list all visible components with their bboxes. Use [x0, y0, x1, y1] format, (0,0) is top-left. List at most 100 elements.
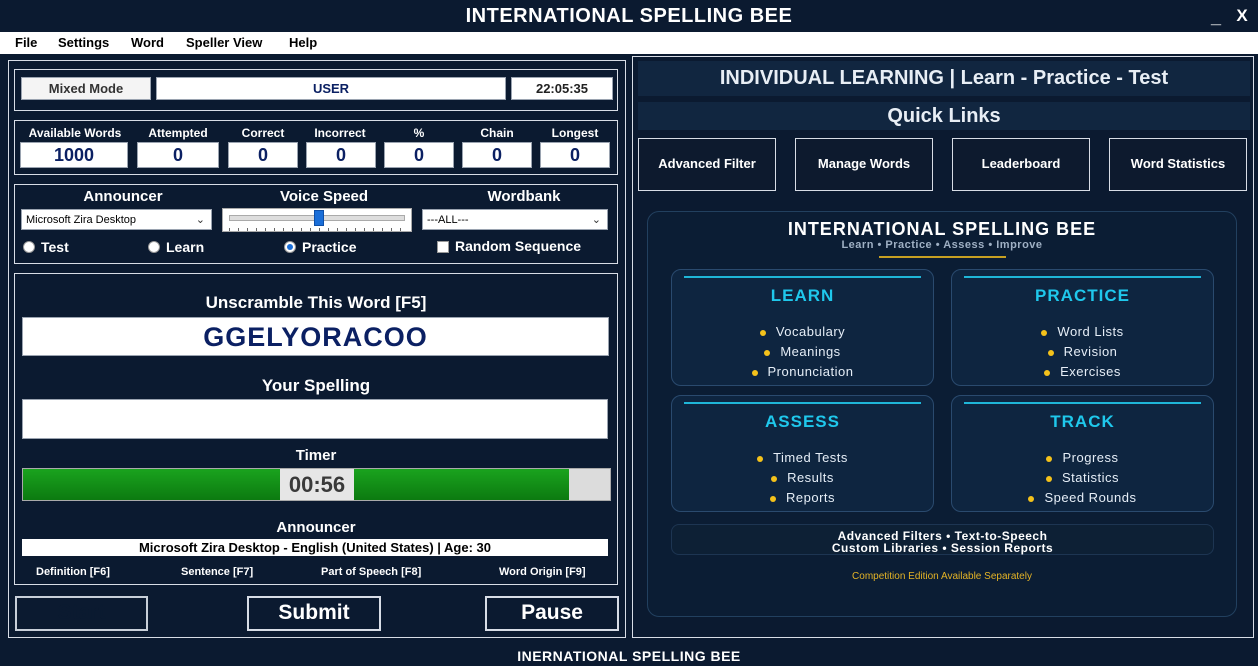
learn-card: LEARN Vocabulary Meanings Pronunciation: [671, 269, 934, 386]
scramble-heading: Unscramble This Word [F5]: [205, 293, 427, 312]
stat-value-chain: 0: [462, 142, 532, 168]
start-button[interactable]: Start: [15, 596, 148, 631]
radio-learn[interactable]: [148, 241, 160, 253]
close-button[interactable]: X: [1232, 4, 1252, 28]
stat-value-percent: 0: [384, 142, 454, 168]
track-card: TRACK Progress Statistics Speed Rounds: [951, 395, 1214, 512]
slider-thumb[interactable]: [314, 210, 324, 226]
card-item: Progress: [1062, 450, 1119, 465]
definition-hotkey[interactable]: Definition [F6]: [36, 566, 110, 578]
scrambled-word: GGELYORACOO: [22, 317, 609, 356]
stat-value-correct: 0: [228, 142, 298, 168]
minimize-button[interactable]: _: [1206, 4, 1226, 28]
timer-value: 00:56: [280, 469, 354, 500]
card-item: Timed Tests: [773, 450, 848, 465]
quick-links-title: Quick Links: [638, 102, 1250, 130]
bullet-icon: [1044, 369, 1051, 376]
card-list: Word Lists Revision Exercises: [952, 322, 1213, 382]
user-field: USER: [156, 77, 506, 100]
stat-label-attempted: Attempted: [148, 126, 208, 140]
random-sequence-label: Random Sequence: [455, 238, 582, 254]
bullet-icon: [1041, 329, 1048, 336]
bullet-icon: [1046, 455, 1053, 462]
status-bar: INERNATIONAL SPELLING BEE: [517, 648, 741, 664]
card-item: Exercises: [1060, 364, 1121, 379]
card-item: Speed Rounds: [1044, 490, 1137, 505]
announcer-label: Announcer: [83, 188, 163, 205]
card-item: Word Lists: [1057, 324, 1124, 339]
announcer-select[interactable]: Microsoft Zira Desktop ⌄: [21, 209, 212, 230]
bullet-icon: [751, 369, 758, 376]
card-list: Progress Statistics Speed Rounds: [952, 448, 1213, 508]
bullet-icon: [1047, 349, 1054, 356]
word-statistics-button[interactable]: Word Statistics: [1109, 138, 1247, 191]
menu-help[interactable]: Help: [289, 35, 317, 50]
timer-bar: 00:56: [22, 468, 611, 501]
announcer-info: Microsoft Zira Desktop - English (United…: [22, 539, 608, 556]
voice-speed-slider[interactable]: [222, 208, 412, 232]
bullet-icon: [769, 495, 776, 502]
bullet-icon: [759, 329, 766, 336]
stat-label-incorrect: Incorrect: [314, 126, 366, 140]
stat-label-chain: Chain: [480, 126, 514, 140]
leaderboard-button[interactable]: Leaderboard: [952, 138, 1090, 191]
card-item: Meanings: [780, 344, 841, 359]
features-box: Advanced Filters • Text-to-Speech Custom…: [671, 524, 1214, 555]
card-title: LEARN: [770, 286, 835, 305]
window-title: INTERNATIONAL SPELLING BEE: [465, 5, 793, 27]
card-title: ASSESS: [765, 412, 840, 431]
part-of-speech-hotkey[interactable]: Part of Speech [F8]: [321, 566, 421, 578]
random-sequence-checkbox[interactable]: [437, 241, 449, 253]
submit-button[interactable]: Submit: [247, 596, 381, 631]
wordbank-select-value: ---ALL---: [427, 214, 469, 226]
card-accent-bar: [684, 402, 921, 404]
timer-heading: Timer: [295, 447, 337, 464]
card-list: Timed Tests Results Reports: [672, 448, 933, 508]
stat-value-attempted: 0: [137, 142, 219, 168]
bullet-icon: [771, 475, 778, 482]
wordbank-select[interactable]: ---ALL--- ⌄: [422, 209, 608, 230]
stat-label-percent: %: [413, 126, 425, 140]
spelling-input[interactable]: [22, 399, 608, 439]
card-item: Statistics: [1061, 470, 1119, 485]
stat-label-correct: Correct: [241, 126, 285, 140]
bullet-icon: [757, 455, 764, 462]
clock-display: 22:05:35: [511, 77, 613, 100]
menu-file[interactable]: File: [15, 35, 37, 50]
card-title: PRACTICE: [1035, 286, 1130, 305]
card-accent-bar: [964, 276, 1201, 278]
manage-words-button[interactable]: Manage Words: [795, 138, 933, 191]
radio-test[interactable]: [23, 241, 35, 253]
menu-bar: File Settings Word Speller View Help: [0, 32, 1258, 54]
sentence-hotkey[interactable]: Sentence [F7]: [181, 566, 253, 578]
menu-speller-view[interactable]: Speller View: [186, 35, 262, 50]
radio-practice[interactable]: [284, 241, 296, 253]
announcer-heading: Announcer: [276, 519, 356, 536]
card-accent-bar: [684, 276, 921, 278]
word-origin-hotkey[interactable]: Word Origin [F9]: [499, 566, 586, 578]
stat-label-longest: Longest: [551, 126, 599, 140]
card-item: Pronunciation: [767, 364, 854, 379]
bullet-icon: [1028, 495, 1035, 502]
stat-label-available: Available Words: [28, 126, 122, 140]
voice-speed-label: Voice Speed: [279, 188, 369, 205]
card-item: Vocabulary: [775, 324, 846, 339]
spelling-heading: Your Spelling: [261, 376, 371, 395]
slider-ticks: [229, 228, 405, 231]
radio-practice-label: Practice: [302, 239, 357, 255]
advanced-filter-button[interactable]: Advanced Filter: [638, 138, 776, 191]
announcer-select-value: Microsoft Zira Desktop: [26, 214, 137, 226]
radio-learn-label: Learn: [166, 239, 205, 255]
card-item: Results: [787, 470, 834, 485]
card-accent-bar: [964, 402, 1201, 404]
menu-settings[interactable]: Settings: [58, 35, 109, 50]
practice-card: PRACTICE Word Lists Revision Exercises: [951, 269, 1214, 386]
promo-underline: [879, 256, 1006, 258]
menu-word[interactable]: Word: [131, 35, 164, 50]
card-title: TRACK: [1050, 412, 1115, 431]
chevron-down-icon: ⌄: [591, 214, 601, 226]
learning-header: INDIVIDUAL LEARNING | Learn - Practice -…: [638, 61, 1250, 96]
card-list: Vocabulary Meanings Pronunciation: [672, 322, 933, 382]
pause-button[interactable]: Pause: [485, 596, 619, 631]
promo-title: INTERNATIONAL SPELLING BEE: [787, 219, 1097, 239]
